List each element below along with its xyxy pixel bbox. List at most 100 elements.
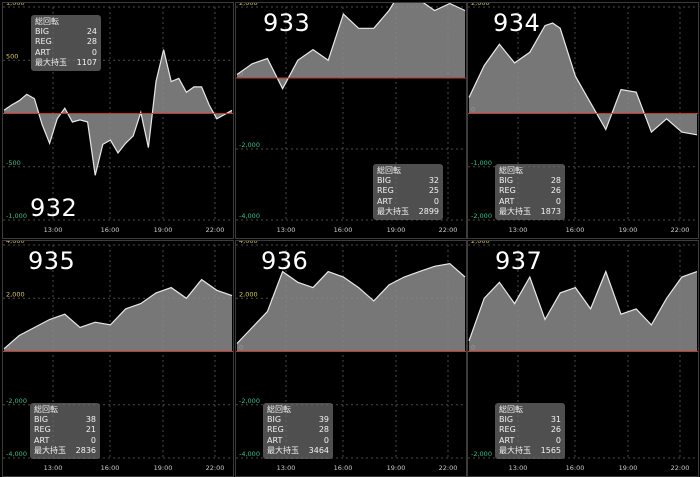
reg-value: 28 [86,37,97,47]
y-tick-label: 500 [6,52,18,60]
x-tick-label: 22:00 [206,464,225,472]
y-tick-label: 2,000 [239,290,258,298]
max-value: 1107 [76,57,97,67]
machine-panel-933[interactable]: 2,000 0 -2,000 -4,000 13:00 16:00 19:00 22:00 9… [235,2,467,239]
machine-panel-932[interactable]: 1,0005000-500-1,00013:0016:0019:0022:00 … [2,2,234,239]
slump-area [469,271,697,352]
x-tick-label: 13:00 [277,226,296,234]
y-tick-label: -4,000 [239,450,260,458]
art-value: 0 [91,47,97,57]
machine-number: 933 [263,9,311,37]
reg-label: REG [35,37,52,47]
y-tick-label: 4,000 [239,241,258,245]
stats-box: 総回転 BIG 38 REG 21 ART 0 最大持玉 2836 [30,403,100,460]
x-tick-label: 19:00 [387,464,406,472]
x-tick-label: 16:00 [566,464,585,472]
art-value: 0 [323,435,329,445]
art-label: ART [499,196,515,206]
stats-box: 総回転 BIG 24 REG 28 ART 0 最大持玉 1107 [31,15,101,72]
art-label: ART [34,435,50,445]
big-label: BIG [377,176,392,186]
reg-value: 21 [85,425,96,435]
art-value: 0 [90,435,96,445]
max-label: 最大持玉 [267,445,299,455]
big-label: BIG [34,415,49,425]
y-tick-label: -1,000 [6,212,27,220]
y-tick-label: -2,000 [239,141,260,149]
stats-box: 総回転 BIG 32 REG 25 ART 0 最大持玉 2899 [373,164,443,221]
x-tick-label: 19:00 [154,226,173,234]
y-tick-label: -4,000 [6,450,27,458]
y-tick-label: 2,000 [471,3,490,7]
y-tick-label: -2,000 [471,212,492,220]
max-label: 最大持玉 [499,206,531,216]
max-value: 2899 [418,206,439,216]
stats-title: 総回転 [499,405,523,414]
slump-area [469,23,697,135]
machine-panel-937[interactable]: 2,000 0 -2,000 13:00 16:00 19:00 22:00 937 総回転… [467,240,699,477]
y-tick-label: 4,000 [6,241,25,245]
machine-number: 936 [261,247,309,275]
y-tick-label: 2,000 [239,3,258,7]
x-tick-label: 22:00 [671,226,690,234]
x-tick-label: 19:00 [619,464,638,472]
reg-label: REG [267,425,284,435]
stats-title: 総回転 [499,166,523,175]
x-tick-label: 16:00 [101,464,120,472]
machine-panel-935[interactable]: 4,000 2,000 0 -2,000 -4,000 13:00 16:00 19:00 22… [2,240,234,477]
stats-box: 総回転 BIG 31 REG 26 ART 0 最大持玉 1565 [495,403,565,460]
y-tick-label: -2,000 [6,397,27,405]
x-tick-label: 22:00 [671,464,690,472]
reg-value: 28 [318,425,329,435]
x-tick-label: 22:00 [206,226,225,234]
stats-title: 総回転 [35,17,59,26]
x-tick-label: 19:00 [154,464,173,472]
big-value: 32 [428,176,439,186]
reg-label: REG [499,186,516,196]
big-label: BIG [267,415,282,425]
stats-box: 総回転 BIG 28 REG 26 ART 0 最大持玉 1873 [495,164,565,221]
y-tick-label: -2,000 [471,450,492,458]
machine-number: 935 [28,247,76,275]
stats-title: 総回転 [267,405,291,414]
big-value: 38 [85,415,96,425]
machine-panel-936[interactable]: 4,000 2,000 0 -2,000 -4,000 13:00 16:00 19:00 22… [235,240,467,477]
reg-label: REG [377,186,394,196]
x-tick-label: 13:00 [44,464,63,472]
max-value: 3464 [308,445,329,455]
slump-area [4,279,232,352]
x-tick-label: 16:00 [101,226,120,234]
machine-number: 937 [495,247,543,275]
y-tick-label: -4,000 [239,212,260,220]
x-tick-label: 16:00 [566,226,585,234]
art-label: ART [499,435,515,445]
max-label: 最大持玉 [377,206,409,216]
big-value: 24 [86,27,97,37]
machine-number: 932 [30,194,78,222]
art-label: ART [35,47,51,57]
y-tick-label: 2,000 [6,290,25,298]
x-tick-label: 22:00 [439,226,458,234]
machine-number: 934 [493,9,541,37]
reg-label: REG [34,425,51,435]
max-value: 2836 [75,445,96,455]
machine-panel-934[interactable]: 2,000 0 -1,000 -2,000 13:00 16:00 19:00 22:00 9… [467,2,699,239]
big-label: BIG [499,415,514,425]
reg-label: REG [499,425,516,435]
stats-box: 総回転 BIG 39 REG 28 ART 0 最大持玉 3464 [263,403,333,460]
big-label: BIG [35,27,50,37]
y-tick-label: -2,000 [239,397,260,405]
art-value: 0 [433,196,439,206]
max-value: 1565 [540,445,561,455]
x-tick-label: 13:00 [509,464,528,472]
art-label: ART [377,196,393,206]
x-tick-label: 16:00 [334,464,353,472]
max-label: 最大持玉 [35,57,67,67]
reg-value: 25 [428,186,439,196]
art-value: 0 [555,435,561,445]
stats-title: 総回転 [34,405,58,414]
reg-value: 26 [550,186,561,196]
x-tick-label: 19:00 [387,226,406,234]
stats-title: 総回転 [377,166,401,175]
art-label: ART [267,435,283,445]
